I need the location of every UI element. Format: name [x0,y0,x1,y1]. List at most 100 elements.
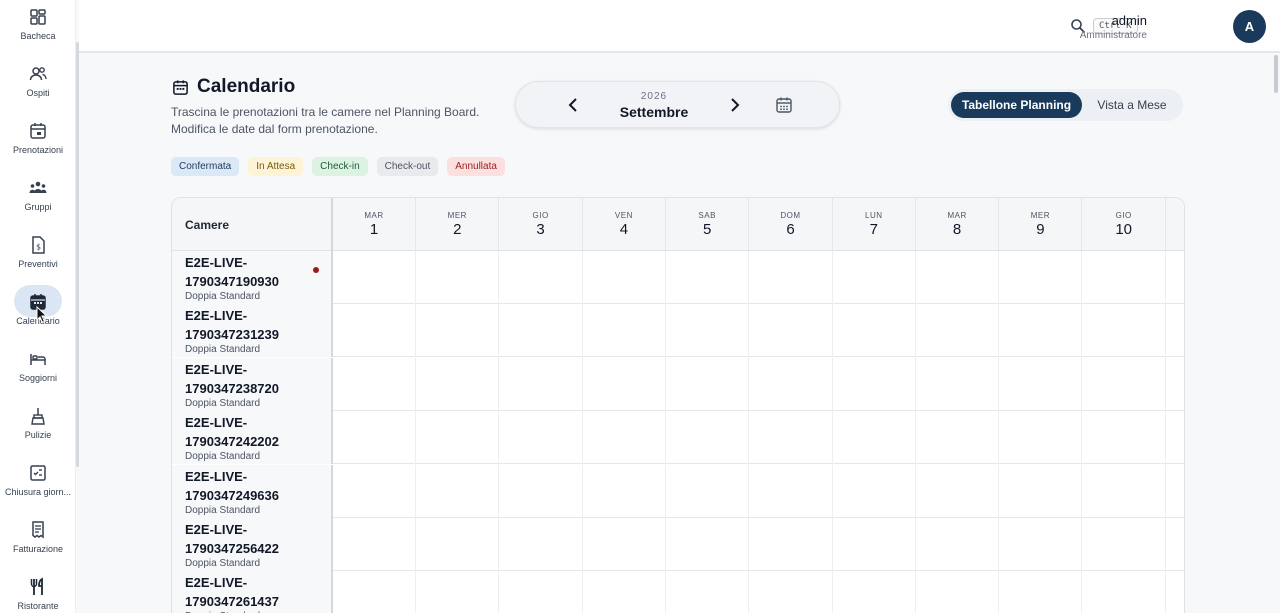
day-cell[interactable] [416,304,500,358]
sidebar-item-ristorante[interactable]: Ristorante [0,577,76,611]
sidebar-item-bacheca[interactable]: Bacheca [0,7,76,41]
day-cell[interactable] [999,571,1083,613]
day-cell[interactable] [1083,357,1166,411]
day-cell[interactable] [750,411,833,465]
day-cell[interactable] [583,411,666,465]
day-cell[interactable] [583,357,666,411]
day-cell[interactable] [1083,411,1166,465]
day-cell[interactable] [1083,518,1166,571]
day-cell[interactable] [583,518,666,571]
room-cell[interactable]: E2E-LIVE- 1790347231239 Doppia Standard [172,304,333,358]
planning-board-button[interactable]: Tabellone Planning [951,92,1082,118]
day-cell[interactable] [1083,251,1166,304]
day-cell[interactable] [666,518,750,571]
date-picker-icon[interactable] [775,96,793,114]
sidebar-item-prenotazioni[interactable]: Prenotazioni [0,121,76,155]
day-cell[interactable] [999,411,1083,465]
day-cell[interactable] [750,518,833,571]
day-name: SAB [698,211,716,220]
day-cell[interactable] [750,304,833,358]
day-cell[interactable] [416,518,500,571]
day-cell[interactable] [583,251,666,304]
day-header: DOM 6 [750,198,833,251]
day-cell[interactable] [666,357,750,411]
day-cell[interactable] [333,518,416,571]
day-cell[interactable] [999,518,1083,571]
day-cell[interactable] [416,357,500,411]
day-cell[interactable] [999,357,1083,411]
day-cell[interactable] [750,251,833,304]
day-cell[interactable] [500,518,583,571]
sidebar-item-preventivi[interactable]: $ Preventivi [0,235,76,269]
day-cell[interactable] [833,251,916,304]
day-cell[interactable] [416,411,500,465]
day-cell[interactable] [333,464,416,518]
sidebar-item-pulizie[interactable]: Pulizie [0,406,76,440]
day-cell[interactable] [583,464,666,518]
topbar: Ctrl K admin Amministratore A [79,0,1280,53]
avatar[interactable]: A [1233,10,1266,43]
day-cell[interactable] [833,518,916,571]
day-cell[interactable] [1083,304,1166,358]
day-cell[interactable] [583,571,666,613]
day-cell[interactable] [500,571,583,613]
day-cell[interactable] [333,571,416,613]
day-cell[interactable] [999,251,1083,304]
day-cell[interactable] [833,464,916,518]
sidebar-item-gruppi[interactable]: Gruppi [0,178,76,212]
day-cell[interactable] [1083,464,1166,518]
room-code-line-2: 1790347242202 [185,434,279,450]
room-cell[interactable]: E2E-LIVE- 1790347190930 Doppia Standard [172,251,333,304]
day-cell[interactable] [916,518,1000,571]
month-view-button[interactable]: Vista a Mese [1084,92,1180,118]
day-cell[interactable] [750,464,833,518]
day-cell[interactable] [666,571,750,613]
day-cell[interactable] [833,571,916,613]
day-cell[interactable] [500,251,583,304]
day-cell[interactable] [750,357,833,411]
room-cell[interactable]: E2E-LIVE- 1790347238720 Doppia Standard [172,357,333,411]
day-cell[interactable] [916,464,1000,518]
day-cell[interactable] [333,251,416,304]
day-cell[interactable] [416,251,500,304]
day-cell[interactable] [833,304,916,358]
sidebar-item-ospiti[interactable]: Ospiti [0,64,76,98]
day-cell[interactable] [583,304,666,358]
room-cell[interactable]: E2E-LIVE-1790347261437Doppia Standard [172,571,333,613]
day-cell[interactable] [833,411,916,465]
day-cell[interactable] [500,357,583,411]
prev-month-button[interactable] [565,96,581,114]
day-cell[interactable] [333,357,416,411]
sidebar-scrollbar[interactable] [76,42,79,467]
sidebar-item-soggiorni[interactable]: Soggiorni [0,349,76,383]
day-cell[interactable] [333,304,416,358]
day-cell[interactable] [916,357,1000,411]
day-cell[interactable] [999,304,1083,358]
day-cell[interactable] [500,411,583,465]
day-cell[interactable] [666,464,750,518]
day-cell[interactable] [666,411,750,465]
day-cell[interactable] [916,304,1000,358]
sidebar-item-fatturazione[interactable]: Fatturazione [0,520,76,554]
day-cell[interactable] [833,357,916,411]
day-cell[interactable] [999,464,1083,518]
day-cell[interactable] [416,464,500,518]
day-cell[interactable] [916,571,1000,613]
room-cell[interactable]: E2E-LIVE- 1790347249636 Doppia Standard [172,464,333,518]
page-scrollbar[interactable] [1274,55,1278,93]
sidebar-item-chiusura-giorn[interactable]: Chiusura giorn... [0,463,76,497]
day-cell[interactable] [416,571,500,613]
room-cell[interactable]: E2E-LIVE- 1790347242202 Doppia Standard [172,411,333,465]
day-cell[interactable] [666,304,750,358]
room-cell[interactable]: E2E-LIVE- 1790347256422 Doppia Standard [172,518,333,571]
next-month-button[interactable] [727,96,743,114]
day-cell[interactable] [500,304,583,358]
day-cell[interactable] [916,411,1000,465]
day-cell[interactable] [916,251,1000,304]
day-cell[interactable] [500,464,583,518]
day-cell[interactable] [1083,571,1166,613]
day-cell[interactable] [750,571,833,613]
day-name: MAR [947,211,967,220]
day-cell[interactable] [333,411,416,465]
day-cell[interactable] [666,251,750,304]
